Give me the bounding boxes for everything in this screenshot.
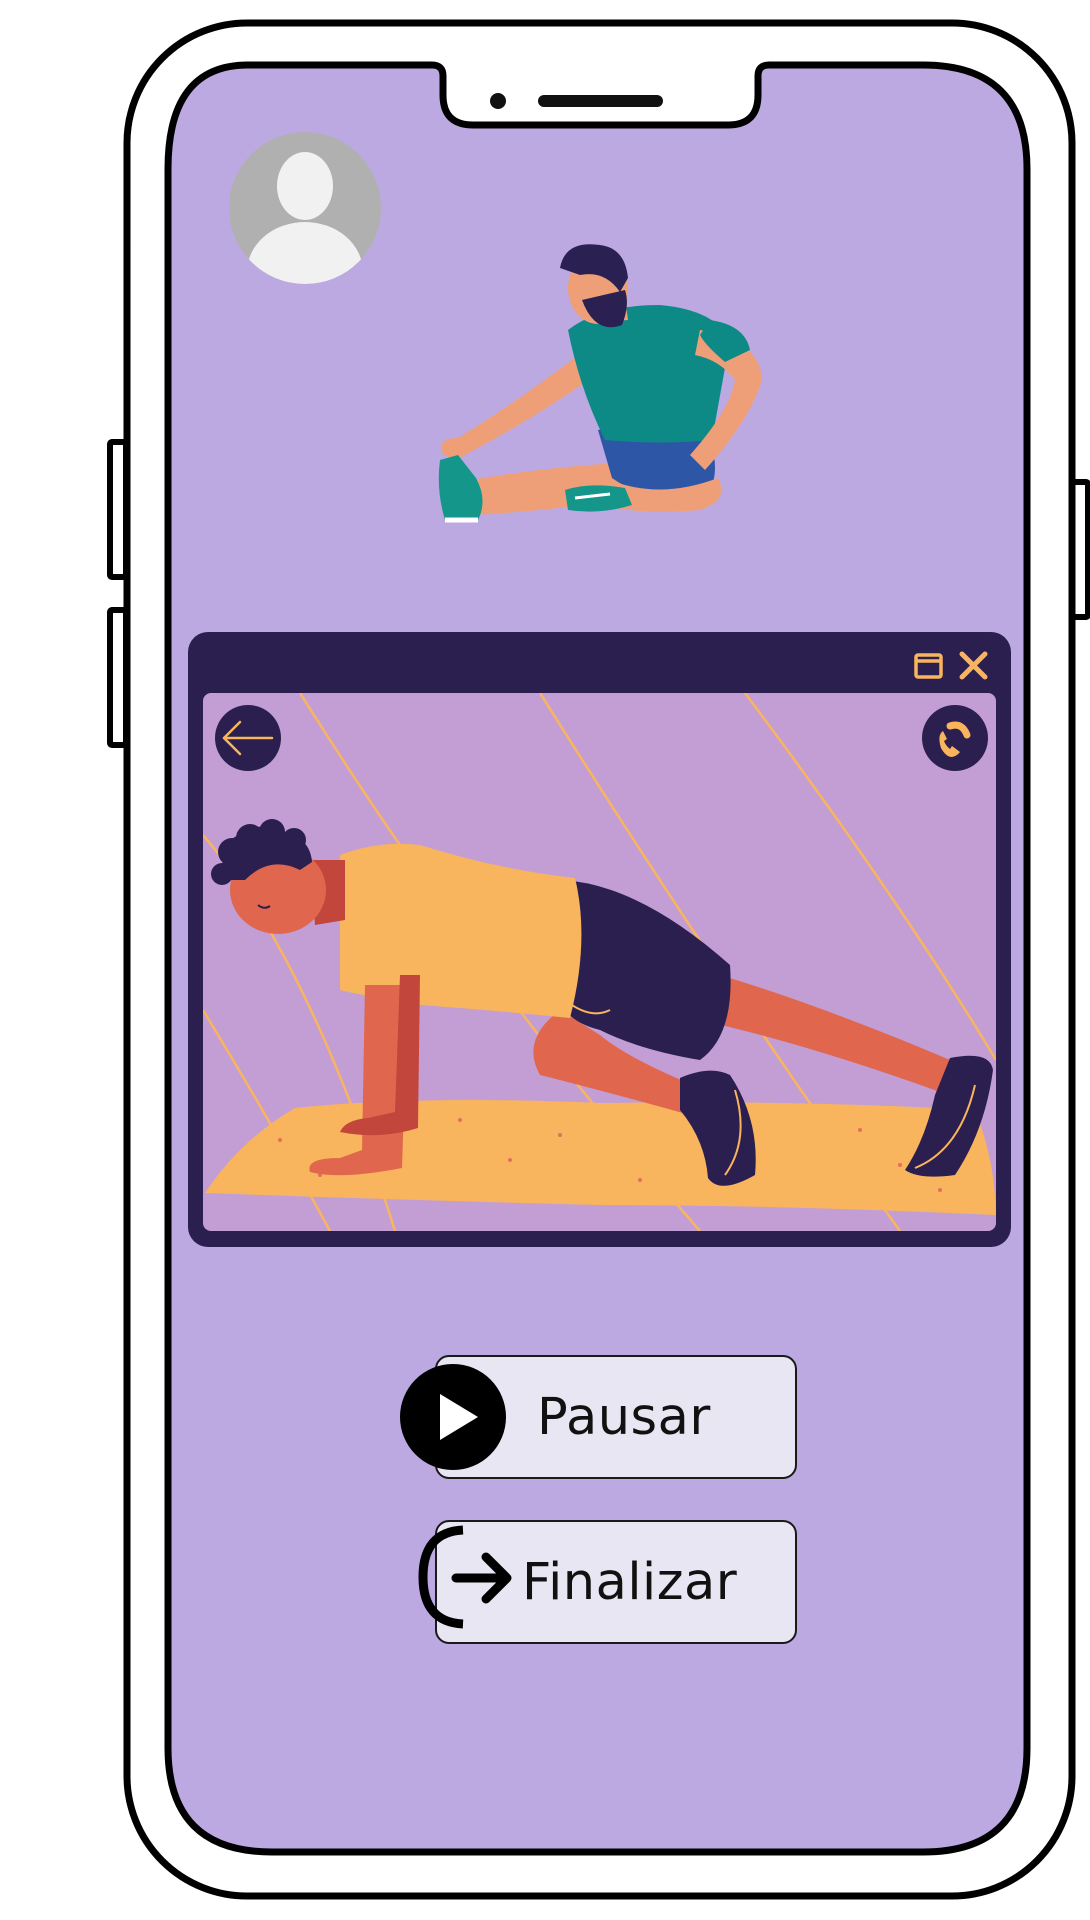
exit-arrow-icon[interactable] [408, 1520, 528, 1635]
phone-icon[interactable] [922, 705, 988, 771]
play-icon[interactable] [398, 1362, 508, 1472]
finish-button-label: Finalizar [522, 1552, 738, 1612]
phone-mockup: Pausar Finalizar [0, 0, 1090, 1920]
arrow-left-icon[interactable] [215, 705, 281, 771]
pause-button-label: Pausar [537, 1387, 711, 1447]
